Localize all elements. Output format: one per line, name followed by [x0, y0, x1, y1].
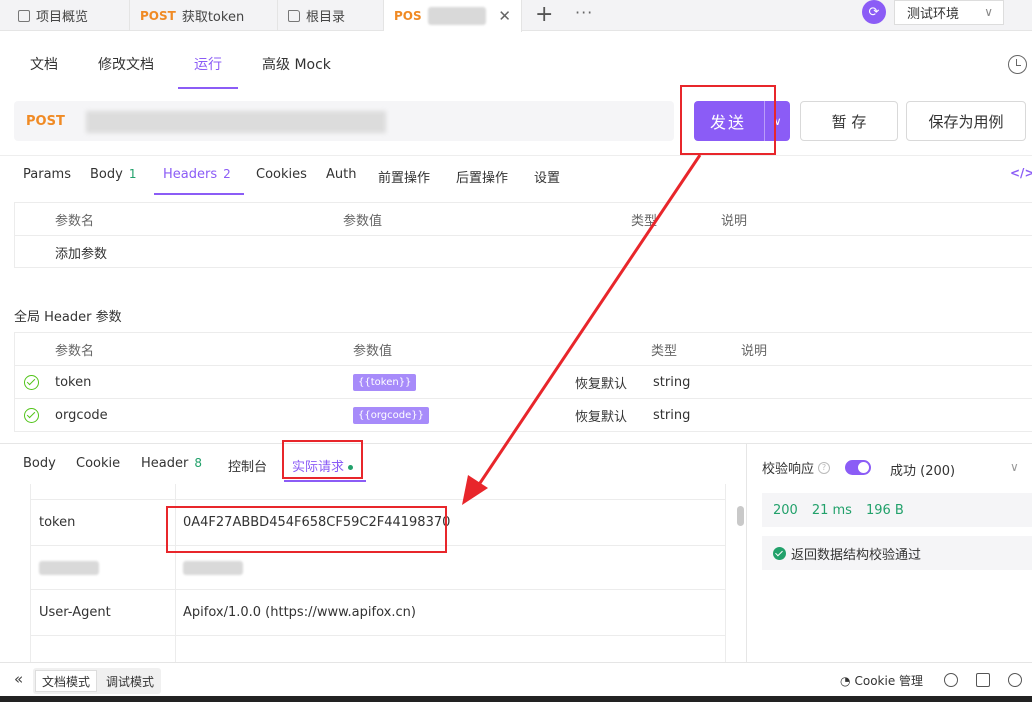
- status-code: 200: [773, 502, 798, 518]
- upload-icon[interactable]: [944, 673, 958, 687]
- response-size: 196 B: [865, 502, 904, 518]
- cookie-icon: ◔: [840, 673, 851, 688]
- doc-mode-button[interactable]: 文档模式: [35, 670, 98, 692]
- pass-text: 返回数据结构校验通过: [791, 547, 922, 563]
- background-strip: [0, 696, 1032, 702]
- bottom-bar: « 文档模式 调试模式 ◔ Cookie 管理: [0, 662, 1032, 696]
- panel-divider[interactable]: [746, 444, 747, 662]
- collapse-icon[interactable]: «: [14, 670, 23, 688]
- validate-toggle[interactable]: [845, 460, 871, 475]
- theme-icon[interactable]: [976, 673, 990, 687]
- validate-label: 校验响应: [762, 462, 815, 477]
- validation-result-select[interactable]: 成功 (200): [890, 460, 955, 479]
- validate-response-row: 校验响应 ?: [762, 458, 831, 477]
- annotation-arrow: [462, 154, 702, 505]
- response-time: 21 ms: [811, 502, 852, 518]
- cookie-manager-label: Cookie 管理: [854, 674, 924, 688]
- chevron-down-icon[interactable]: ∨: [1010, 460, 1019, 474]
- help-icon[interactable]: [1008, 673, 1022, 687]
- help-icon[interactable]: ?: [818, 461, 831, 474]
- check-circle-icon: [773, 546, 786, 560]
- debug-mode-button[interactable]: 调试模式: [100, 670, 160, 692]
- validation-pass-box: 返回数据结构校验通过: [762, 536, 1032, 570]
- cookie-manager-button[interactable]: ◔ Cookie 管理: [840, 672, 923, 689]
- response-stats: 200 21 ms 196 B: [762, 493, 1032, 527]
